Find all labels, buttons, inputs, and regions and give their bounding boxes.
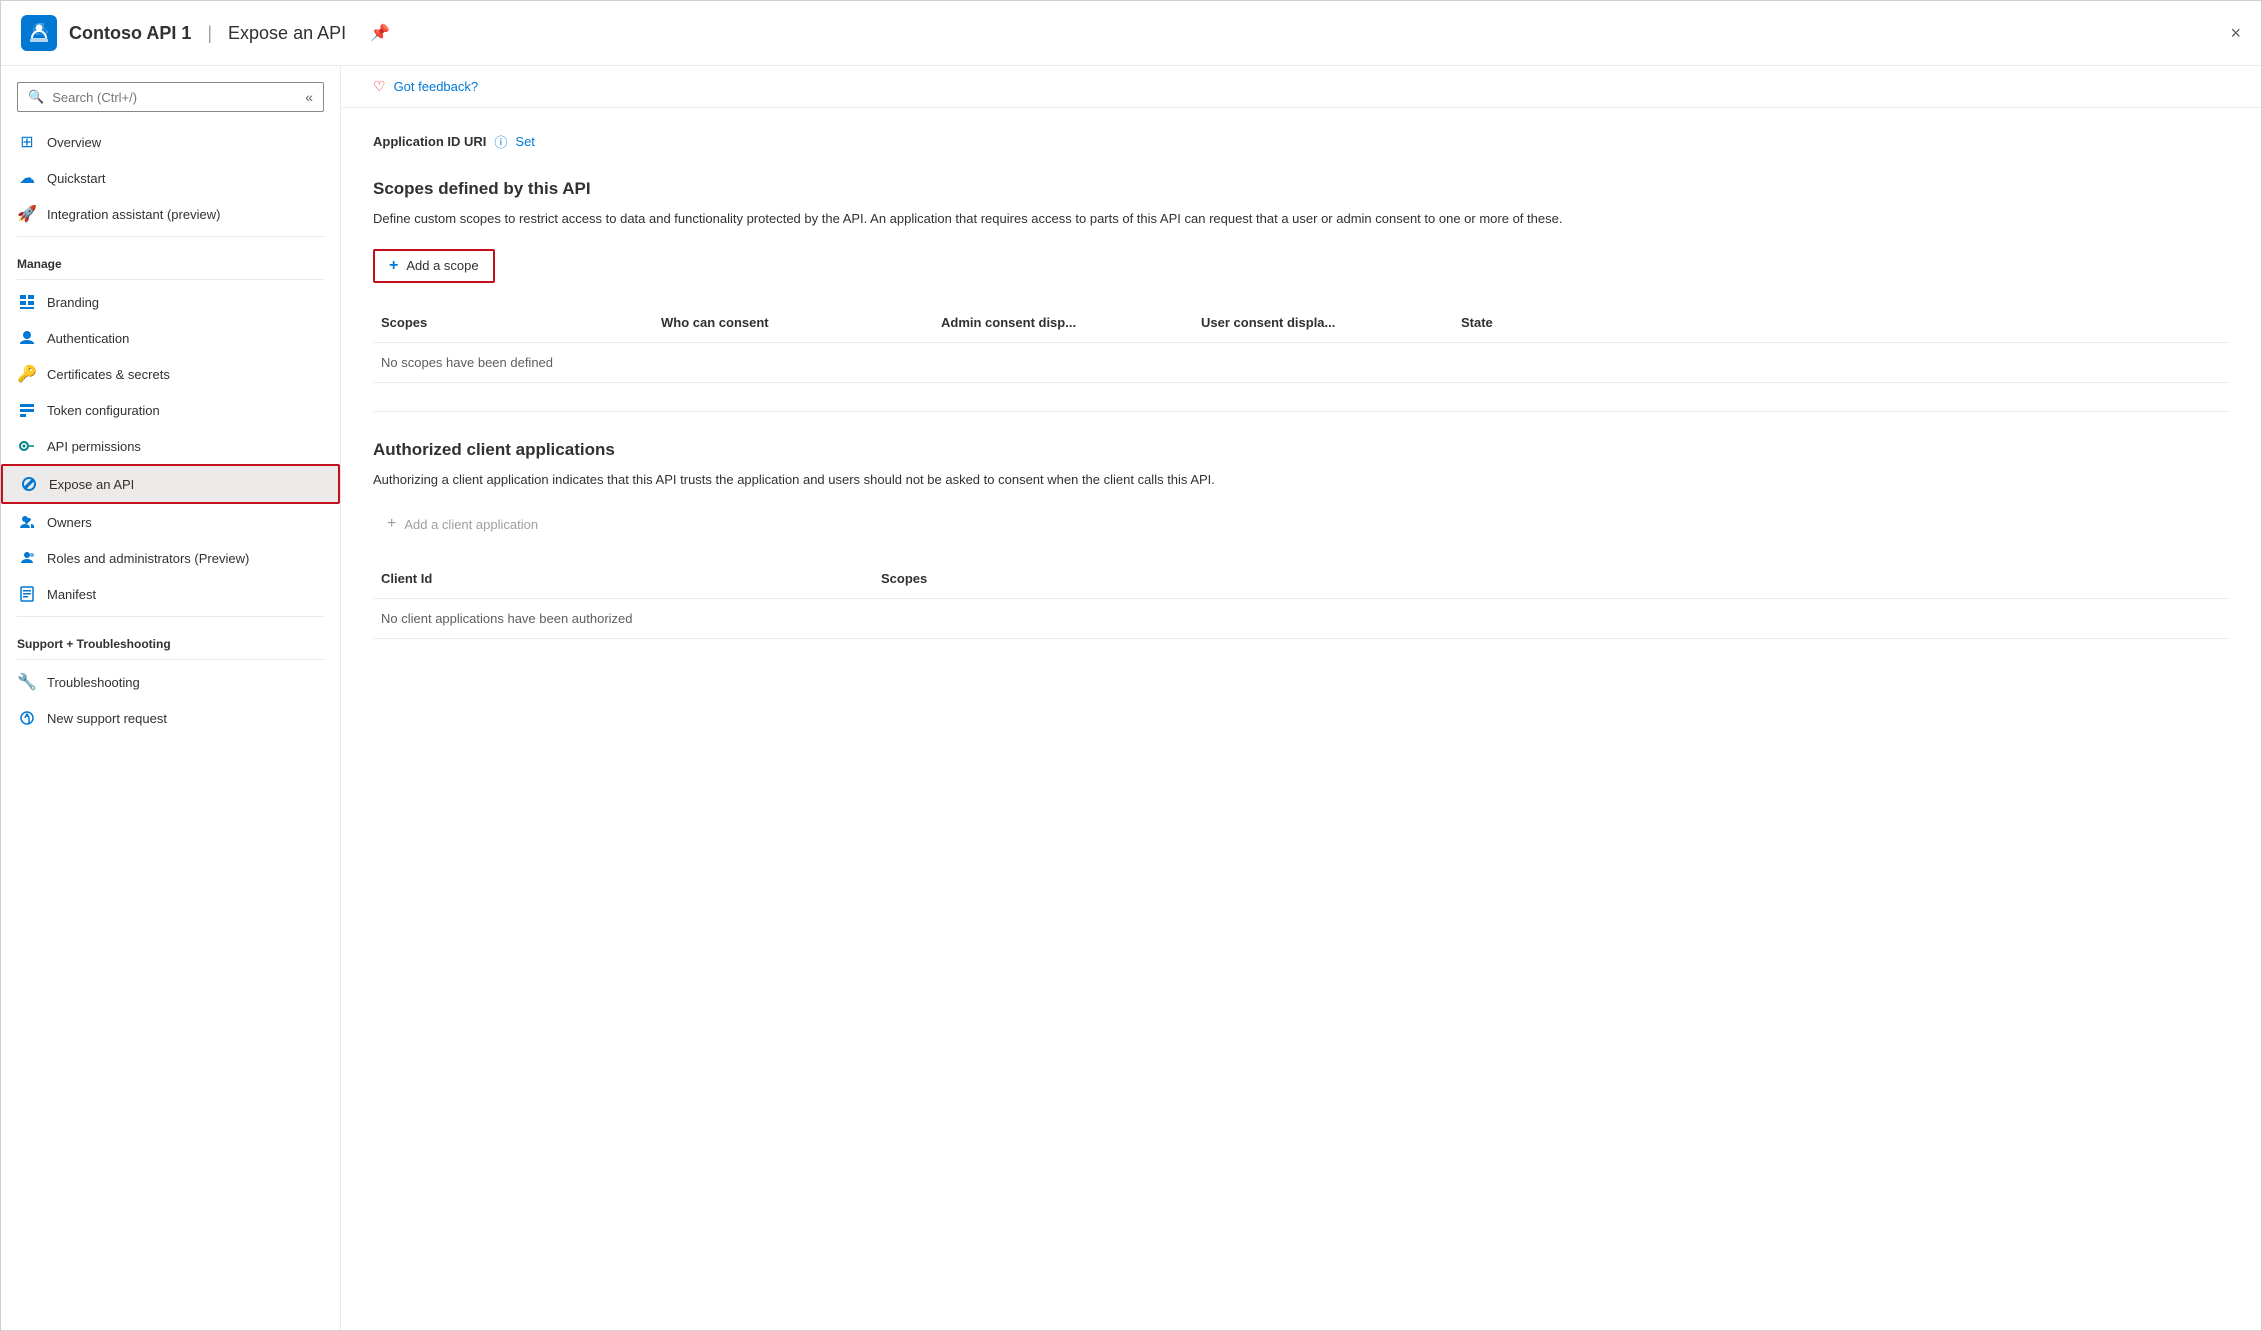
col-admin-consent: Admin consent disp... xyxy=(933,311,1193,334)
sidebar-item-label: New support request xyxy=(47,711,167,726)
sidebar-item-label: Integration assistant (preview) xyxy=(47,207,220,222)
client-empty-message: No client applications have been authori… xyxy=(373,599,2229,639)
col-scopes: Scopes xyxy=(373,311,653,334)
api-perm-icon xyxy=(17,436,37,456)
support-section-label: Support + Troubleshooting xyxy=(1,621,340,655)
rocket-icon: 🚀 xyxy=(17,204,37,224)
scopes-description: Define custom scopes to restrict access … xyxy=(373,209,1573,229)
sidebar-item-label: Token configuration xyxy=(47,403,160,418)
feedback-link[interactable]: Got feedback? xyxy=(394,79,479,94)
support-divider xyxy=(17,616,324,617)
main-content: ♡ Got feedback? Application ID URI ⓘ Set… xyxy=(341,66,2261,1330)
cert-icon: 🔑 xyxy=(17,364,37,384)
close-button[interactable]: × xyxy=(2230,23,2241,44)
sidebar-item-expose-api[interactable]: Expose an API xyxy=(1,464,340,504)
grid-icon: ⊞ xyxy=(17,132,37,152)
app-window: Contoso API 1 | Expose an API 📌 × 🔍 « ⊞ … xyxy=(0,0,2262,1331)
sidebar-item-troubleshooting[interactable]: 🔧 Troubleshooting xyxy=(1,664,340,700)
sidebar-item-api-permissions[interactable]: API permissions xyxy=(1,428,340,464)
branding-icon xyxy=(17,292,37,312)
sidebar-item-roles[interactable]: Roles and administrators (Preview) xyxy=(1,540,340,576)
support-icon xyxy=(17,708,37,728)
app-id-section: Application ID URI ⓘ Set xyxy=(373,132,2229,151)
search-input[interactable] xyxy=(52,90,297,105)
info-icon: ⓘ xyxy=(494,132,507,151)
manage-divider2 xyxy=(17,279,324,280)
search-box[interactable]: 🔍 « xyxy=(17,82,324,112)
authorized-section: Authorized client applications Authorizi… xyxy=(373,440,2229,640)
search-icon: 🔍 xyxy=(28,89,44,105)
sidebar-item-token[interactable]: Token configuration xyxy=(1,392,340,428)
support-divider2 xyxy=(17,659,324,660)
sidebar-item-label: Owners xyxy=(47,515,92,530)
scopes-empty-message: No scopes have been defined xyxy=(373,343,2229,383)
add-scope-label: Add a scope xyxy=(406,258,478,273)
title-bar: Contoso API 1 | Expose an API 📌 × xyxy=(1,1,2261,66)
set-link[interactable]: Set xyxy=(515,134,535,149)
auth-icon xyxy=(17,328,37,348)
sidebar-item-label: Quickstart xyxy=(47,171,106,186)
sidebar-item-label: Authentication xyxy=(47,331,129,346)
app-name: Contoso API 1 xyxy=(69,23,191,44)
collapse-button[interactable]: « xyxy=(305,89,313,105)
col-client-scopes: Scopes xyxy=(873,567,2229,590)
col-who-consent: Who can consent xyxy=(653,311,933,334)
sidebar-item-label: Troubleshooting xyxy=(47,675,140,690)
plus-icon: + xyxy=(389,257,398,275)
content-body: Application ID URI ⓘ Set Scopes defined … xyxy=(341,108,2261,663)
add-client-button[interactable]: + Add a client application xyxy=(373,509,552,539)
authorized-description: Authorizing a client application indicat… xyxy=(373,470,1573,490)
app-icon xyxy=(21,15,57,51)
feedback-bar: ♡ Got feedback? xyxy=(341,66,2261,108)
heart-icon: ♡ xyxy=(373,78,386,95)
owners-icon xyxy=(17,512,37,532)
manage-section-label: Manage xyxy=(1,241,340,275)
sidebar-item-overview[interactable]: ⊞ Overview xyxy=(1,124,340,160)
authorized-title: Authorized client applications xyxy=(373,440,2229,460)
sidebar-item-integration[interactable]: 🚀 Integration assistant (preview) xyxy=(1,196,340,232)
col-empty xyxy=(1613,311,2229,334)
sidebar-item-label: Roles and administrators (Preview) xyxy=(47,551,249,566)
sidebar-item-certificates[interactable]: 🔑 Certificates & secrets xyxy=(1,356,340,392)
page-title: Expose an API xyxy=(228,23,346,44)
col-client-id: Client Id xyxy=(373,567,873,590)
pin-icon[interactable]: 📌 xyxy=(370,23,390,43)
sidebar-item-support[interactable]: New support request xyxy=(1,700,340,736)
sidebar-item-manifest[interactable]: Manifest xyxy=(1,576,340,612)
add-scope-button[interactable]: + Add a scope xyxy=(373,249,495,283)
manifest-icon xyxy=(17,584,37,604)
manage-divider xyxy=(17,236,324,237)
col-state: State xyxy=(1453,311,1613,334)
title-separator: | xyxy=(207,23,212,44)
sidebar-item-branding[interactable]: Branding xyxy=(1,284,340,320)
sidebar-item-owners[interactable]: Owners xyxy=(1,504,340,540)
sidebar-item-authentication[interactable]: Authentication xyxy=(1,320,340,356)
sidebar: 🔍 « ⊞ Overview ☁ Quickstart 🚀 Integratio… xyxy=(1,66,341,1330)
sidebar-item-label: Certificates & secrets xyxy=(47,367,170,382)
scopes-section: Scopes defined by this API Define custom… xyxy=(373,179,2229,383)
wrench-icon: 🔧 xyxy=(17,672,37,692)
roles-icon xyxy=(17,548,37,568)
sidebar-item-label: Branding xyxy=(47,295,99,310)
section-separator xyxy=(373,411,2229,412)
token-icon xyxy=(17,400,37,420)
sidebar-item-label: Expose an API xyxy=(49,477,134,492)
expose-icon xyxy=(19,474,39,494)
app-id-label: Application ID URI xyxy=(373,134,486,149)
cloud-icon: ☁ xyxy=(17,168,37,188)
sidebar-item-label: Manifest xyxy=(47,587,96,602)
scopes-table-header: Scopes Who can consent Admin consent dis… xyxy=(373,303,2229,343)
sidebar-item-label: API permissions xyxy=(47,439,141,454)
client-table-header: Client Id Scopes xyxy=(373,559,2229,599)
sidebar-item-label: Overview xyxy=(47,135,101,150)
add-client-label: Add a client application xyxy=(404,517,538,532)
plus-client-icon: + xyxy=(387,515,396,533)
col-user-consent: User consent displa... xyxy=(1193,311,1453,334)
sidebar-item-quickstart[interactable]: ☁ Quickstart xyxy=(1,160,340,196)
scopes-title: Scopes defined by this API xyxy=(373,179,2229,199)
